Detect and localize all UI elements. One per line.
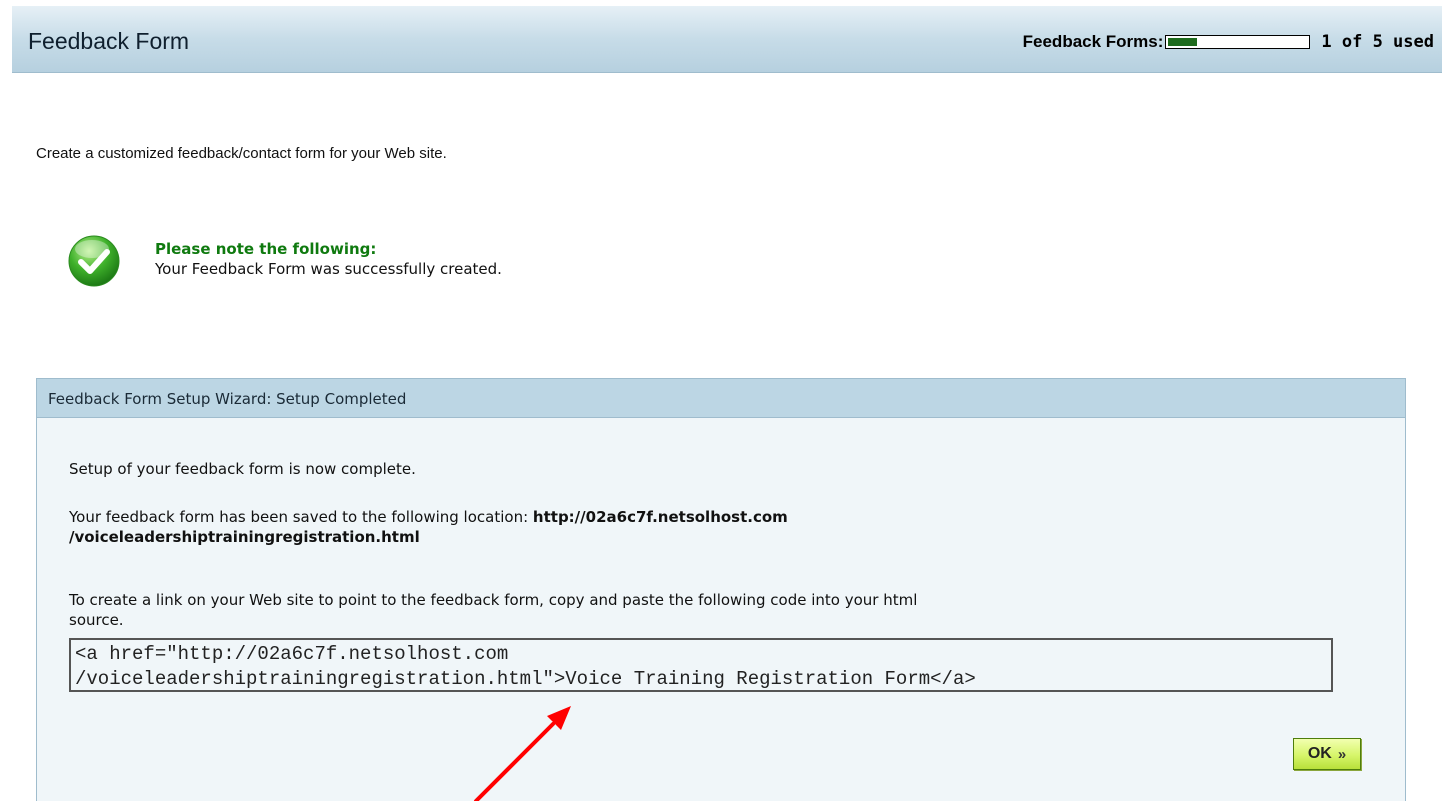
wizard-header: Feedback Form Setup Wizard: Setup Comple… [37, 379, 1405, 418]
note-heading: Please note the following: [155, 240, 377, 258]
link-code-textbox[interactable]: <a href="http://02a6c7f.netsolhost.com/v… [69, 638, 1333, 692]
page: Feedback Form Feedback Forms: 1 of 5 use… [0, 0, 1445, 801]
page-title: Feedback Form [28, 28, 190, 54]
page-header: Feedback Form Feedback Forms: 1 of 5 use… [12, 6, 1442, 73]
ok-button[interactable]: OK » [1293, 738, 1361, 770]
quota-used-text: 1 of 5 used [1321, 32, 1434, 52]
quota-progress-bar [1165, 35, 1311, 49]
wizard-title: Feedback Form Setup Wizard: Setup Comple… [48, 390, 407, 408]
link-instructions-cont: source. [69, 611, 124, 629]
checkmark-icon [68, 235, 120, 287]
code-line-2: /voiceleadershiptrainingregistration.htm… [75, 668, 976, 690]
double-chevron-right-icon: » [1337, 745, 1347, 763]
setup-complete-text: Setup of your feedback form is now compl… [69, 460, 416, 478]
quota-indicator: Feedback Forms: 1 of 5 used [1023, 32, 1434, 52]
saved-location-line: Your feedback form has been saved to the… [69, 508, 788, 526]
note-message: Your Feedback Form was successfully crea… [155, 260, 502, 278]
saved-location-prefix: Your feedback form has been saved to the… [69, 508, 529, 526]
saved-location-url-path: /voiceleadershiptrainingregistration.htm… [69, 528, 420, 546]
quota-label: Feedback Forms: [1022, 32, 1164, 51]
quota-progress-fill [1168, 38, 1197, 46]
ok-button-label: OK [1307, 745, 1332, 762]
intro-text: Create a customized feedback/contact for… [36, 145, 447, 162]
wizard-panel: Feedback Form Setup Wizard: Setup Comple… [36, 378, 1406, 801]
link-instructions: To create a link on your Web site to poi… [69, 591, 918, 609]
saved-location-url: http://02a6c7f.netsolhost.com [532, 508, 788, 526]
code-line-1: <a href="http://02a6c7f.netsolhost.com [75, 643, 509, 665]
